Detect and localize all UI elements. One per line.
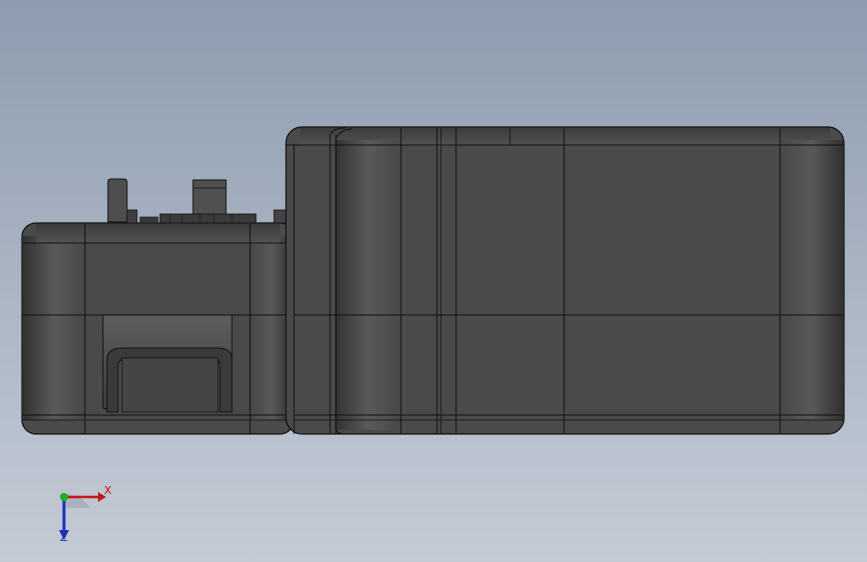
- main-housing: [285, 126, 845, 435]
- x-axis-label: X: [104, 484, 112, 497]
- top-connectors: [107, 178, 287, 224]
- z-axis-label: Z: [60, 531, 68, 544]
- y-axis-dot: [60, 493, 68, 501]
- cable-slot: [102, 314, 233, 413]
- graphics-viewport[interactable]: X Z: [0, 0, 867, 562]
- orientation-triad[interactable]: X Z: [40, 480, 130, 550]
- cad-model[interactable]: [0, 0, 867, 562]
